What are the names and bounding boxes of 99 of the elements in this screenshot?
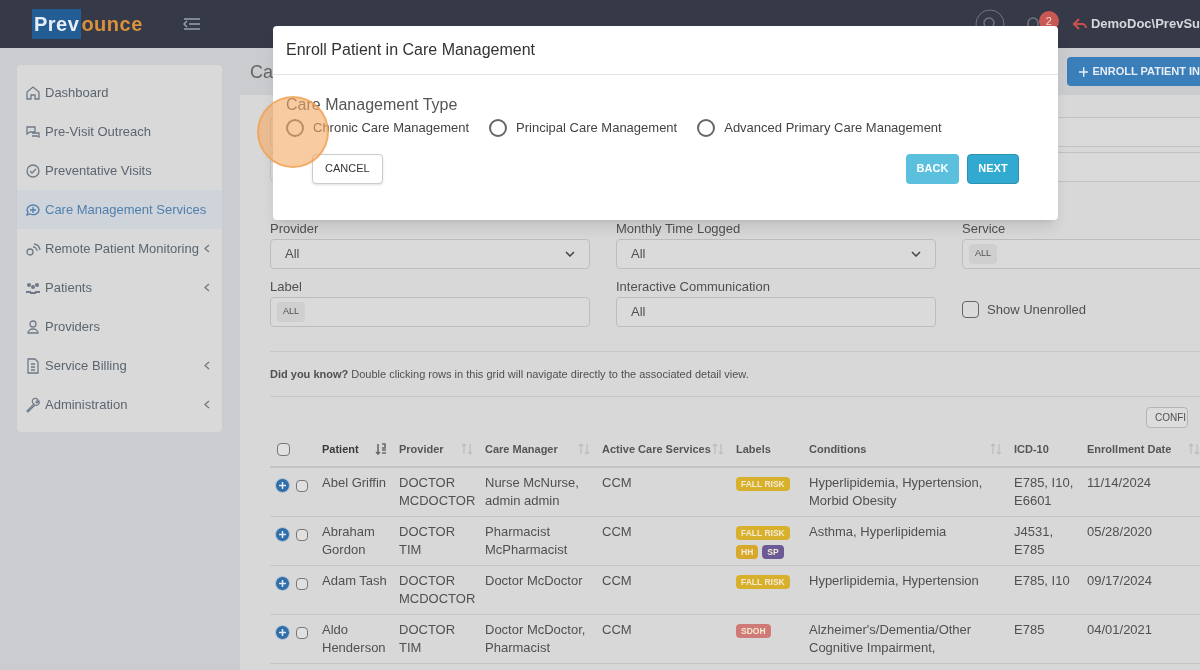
tag-input-field[interactable]: ALL [270, 297, 590, 327]
filter-label: Interactive Communication [616, 280, 771, 296]
text-input-field[interactable]: All [616, 297, 936, 327]
tag-chip: ALL [969, 244, 997, 264]
label-tag: FALL RISK [736, 477, 790, 491]
sidebar-item[interactable]: Preventative Visits [17, 151, 222, 190]
radio-option[interactable]: Principal Care Management [489, 118, 678, 138]
filter-label: Service [962, 222, 1007, 238]
person-icon [25, 318, 41, 335]
sidebar-item[interactable]: Remote Patient Monitoring [17, 229, 222, 268]
column-header[interactable]: Care Manager [485, 440, 558, 458]
date-cell: 05/28/2020 [1087, 524, 1153, 539]
expand-plus-icon[interactable] [275, 576, 290, 591]
cancel-button[interactable]: CANCEL [312, 153, 383, 184]
page-title: Ca [250, 62, 273, 81]
wrench-icon [25, 396, 41, 413]
show-unenrolled-checkbox[interactable]: Show Unenrolled [962, 300, 1200, 320]
column-header[interactable]: Labels [736, 440, 771, 458]
modal-title: Enroll Patient in Care Management [286, 40, 536, 60]
expand-plus-icon[interactable] [275, 478, 290, 493]
sidebar-item[interactable]: Providers [17, 307, 222, 346]
patient-name-cell: Aldo Henderson [322, 622, 386, 655]
row-checkbox[interactable] [296, 626, 308, 639]
sort-ascending-icon[interactable] [375, 443, 387, 455]
signal-icon [25, 240, 41, 257]
chevron-down-icon [565, 251, 575, 257]
row-checkbox[interactable] [296, 577, 308, 590]
icd-code-cell: E785, I10 [1014, 573, 1070, 588]
icd-code-cell: E785, I10, E6601 [1014, 475, 1074, 508]
sidebar-item[interactable]: Service Billing [17, 346, 222, 385]
user-name[interactable]: DemoDoc\PrevSu [1090, 14, 1200, 34]
column-header[interactable]: Conditions [809, 440, 867, 458]
tip-text: Did you know? Double clicking rows in this grid will navigate directly to the associated detail view. [270, 367, 750, 382]
tag-chip: ALL [277, 302, 305, 322]
services-cell: CCM [602, 524, 632, 539]
sidebar-item[interactable]: Patients [17, 268, 222, 307]
section-label: Care Management Type [286, 96, 459, 114]
document-icon [25, 357, 41, 374]
care-manager-cell: Doctor McDoctor [485, 573, 583, 588]
row-checkbox[interactable] [296, 479, 308, 492]
filter-label: Label [270, 280, 303, 296]
dropdown-field[interactable]: All [270, 239, 590, 269]
label-tag: FALL RISK [736, 575, 790, 589]
column-header[interactable]: ICD-10 [1014, 440, 1049, 458]
date-cell: 04/01/2021 [1087, 622, 1153, 637]
services-cell: CCM [602, 622, 632, 637]
provider-cell: DOCTOR MCDOCTOR [399, 573, 476, 606]
label-tag: SP [762, 545, 784, 559]
logo: Prevounce [32, 9, 143, 39]
column-header[interactable]: Provider [399, 440, 444, 458]
conditions-cell: Asthma, Hyperlipidemia [809, 524, 947, 539]
conditions-cell: Alzheimer's/Dementia/Other Cognitive Impairment, [809, 622, 972, 655]
sidebar-item[interactable]: Care Management Services [17, 190, 222, 229]
next-button[interactable]: NEXT [967, 153, 1019, 184]
plus-icon [1079, 66, 1089, 77]
config-button[interactable]: CONFI [1146, 407, 1188, 428]
filter-label: Monthly Time Logged [616, 222, 742, 238]
chat-plus-icon [25, 201, 41, 218]
label-tag: SDOH [736, 624, 771, 638]
provider-cell: DOCTOR MCDOCTOR [399, 475, 476, 508]
services-cell: CCM [602, 475, 632, 490]
date-cell: 11/14/2024 [1087, 475, 1152, 490]
expand-plus-icon[interactable] [275, 625, 290, 640]
radio-option[interactable]: Advanced Primary Care Management [697, 118, 942, 138]
enroll-patient-button[interactable]: ENROLL PATIENT IN [1067, 57, 1200, 86]
label-tag: FALL RISK [736, 526, 790, 540]
patient-name-cell: Abel Griffin [322, 475, 387, 490]
patient-name-cell: Adam Tash [322, 573, 387, 588]
select-all-checkbox[interactable] [277, 443, 290, 457]
collapse-menu-icon[interactable] [182, 17, 201, 31]
sidebar-item[interactable]: Administration [17, 385, 222, 424]
row-checkbox[interactable] [296, 528, 308, 541]
column-header[interactable]: Patient [322, 440, 359, 458]
tag-input-field[interactable]: ALL [962, 239, 1200, 269]
filter-label: Provider [270, 222, 320, 238]
conditions-cell: Hyperlipidemia, Hypertension [809, 573, 979, 588]
services-cell: CCM [602, 573, 632, 588]
care-manager-cell: Doctor McDoctor, Pharmacist [485, 622, 586, 655]
conditions-cell: Hyperlipidemia, Hypertension, Morbid Obesity [809, 475, 983, 508]
sidebar-item[interactable]: Dashboard [17, 73, 222, 112]
dropdown-field[interactable]: All [616, 239, 936, 269]
column-header[interactable]: Active Care Services [602, 440, 711, 458]
chat-bubbles-icon [25, 123, 41, 140]
sidebar-item[interactable]: Pre-Visit Outreach [17, 112, 222, 151]
icd-code-cell: J4531, E785 [1014, 524, 1054, 557]
reply-arrow-icon [1072, 18, 1087, 30]
care-manager-cell: Pharmacist McPharmacist [485, 524, 568, 557]
label-tag: HH [736, 545, 759, 559]
date-cell: 09/17/2024 [1087, 573, 1153, 588]
expand-plus-icon[interactable] [275, 527, 290, 542]
chevron-down-icon [911, 251, 921, 257]
patient-name-cell: Abraham Gordon [322, 524, 375, 557]
care-manager-cell: Nurse McNurse, admin admin [485, 475, 579, 508]
column-header[interactable]: Enrollment Date [1087, 440, 1172, 458]
check-circle-icon [25, 162, 41, 179]
provider-cell: DOCTOR TIM [399, 524, 456, 557]
home-icon [25, 84, 41, 101]
icd-code-cell: E785 [1014, 622, 1045, 637]
provider-cell: DOCTOR TIM [399, 622, 456, 655]
